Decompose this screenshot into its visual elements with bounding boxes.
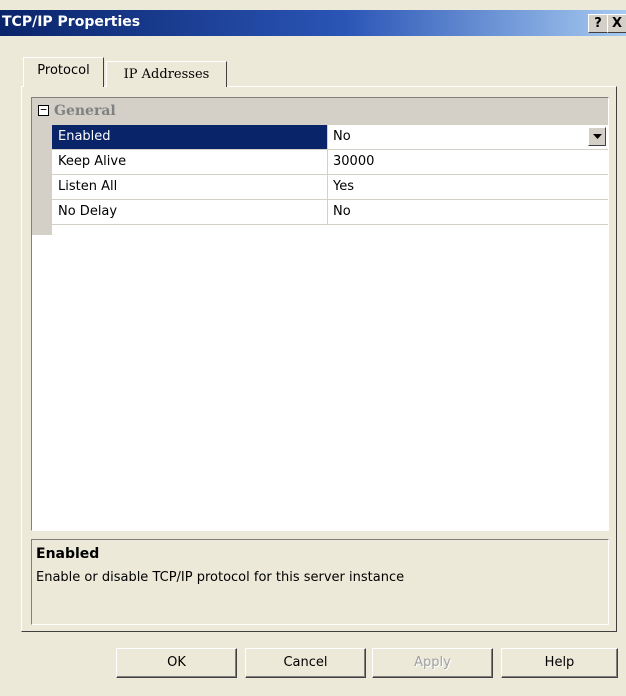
apply-button[interactable]: Apply xyxy=(372,648,493,678)
property-value[interactable]: Yes xyxy=(329,175,608,199)
property-row-keep-alive[interactable]: Keep Alive 30000 xyxy=(52,150,608,175)
chevron-down-icon[interactable] xyxy=(588,127,606,146)
description-text: Enable or disable TCP/IP protocol for th… xyxy=(36,570,405,585)
property-row-listen-all[interactable]: Listen All Yes xyxy=(52,175,608,200)
cancel-button[interactable]: Cancel xyxy=(245,648,366,678)
tab-protocol[interactable]: Protocol xyxy=(23,57,104,87)
property-value[interactable]: 30000 xyxy=(329,150,608,174)
description-pane: Enabled Enable or disable TCP/IP protoco… xyxy=(31,539,609,625)
property-row-no-delay[interactable]: No Delay No xyxy=(52,200,608,225)
property-row-enabled[interactable]: Enabled No xyxy=(52,125,608,150)
property-value-text: No xyxy=(333,129,351,144)
property-name[interactable]: Enabled xyxy=(52,125,328,149)
help-button[interactable]: Help xyxy=(501,648,618,678)
dialog-window: TCP/IP Properties ? X Protocol IP Addres… xyxy=(0,0,626,696)
property-grid: − General Enabled No Keep Alive 30000 Li… xyxy=(31,97,609,531)
tab-ip-addresses[interactable]: IP Addresses xyxy=(106,61,227,87)
window-title: TCP/IP Properties xyxy=(2,14,141,30)
help-icon[interactable]: ? xyxy=(588,14,608,33)
category-row-general[interactable]: − General xyxy=(32,98,608,125)
category-label: General xyxy=(54,103,116,119)
description-title: Enabled xyxy=(36,546,100,562)
property-value[interactable]: No xyxy=(329,125,608,149)
close-icon[interactable]: X xyxy=(607,14,626,33)
property-value[interactable]: No xyxy=(329,200,608,224)
property-name[interactable]: Keep Alive xyxy=(52,150,328,174)
title-bar[interactable]: TCP/IP Properties ? X xyxy=(0,10,626,36)
property-name[interactable]: No Delay xyxy=(52,200,328,224)
ok-button[interactable]: OK xyxy=(116,648,237,678)
property-name[interactable]: Listen All xyxy=(52,175,328,199)
collapse-icon[interactable]: − xyxy=(38,104,49,116)
